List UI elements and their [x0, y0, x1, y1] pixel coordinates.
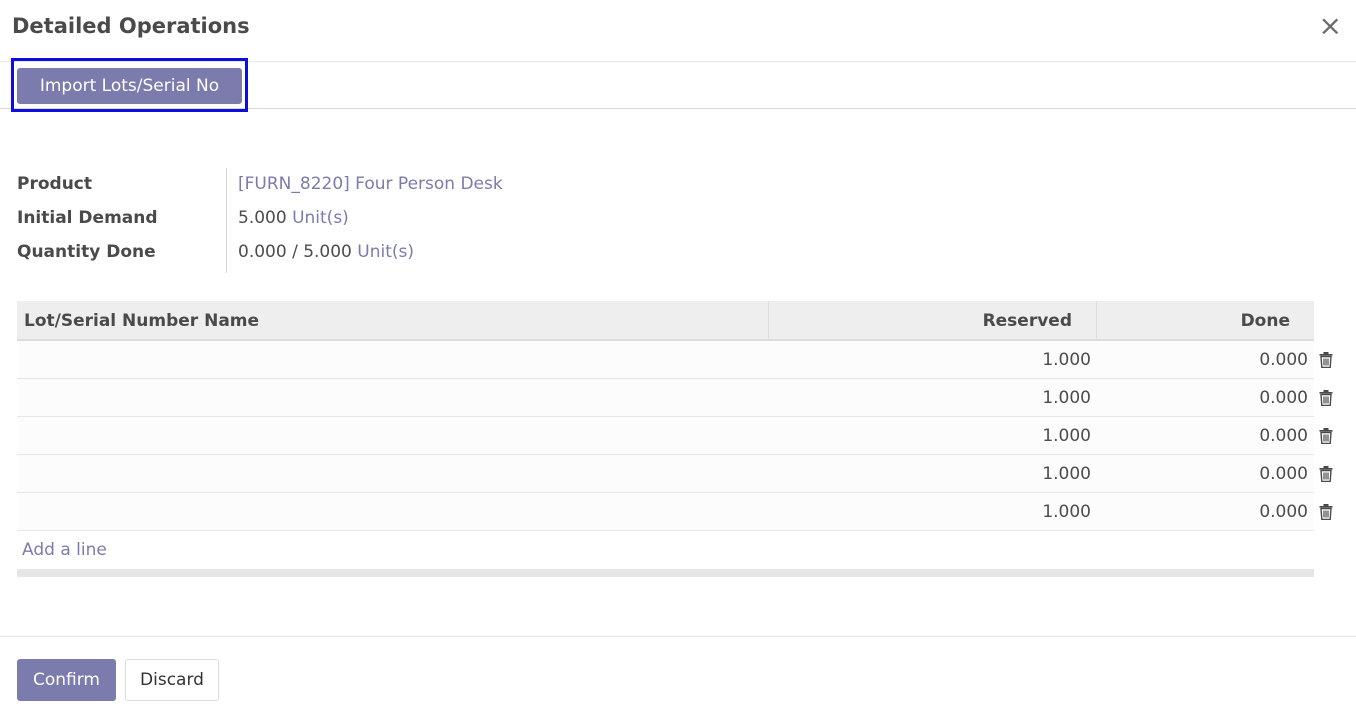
trash-icon[interactable]: [1319, 428, 1333, 444]
trash-icon[interactable]: [1319, 466, 1333, 482]
quantity-done-label: Quantity Done: [17, 242, 156, 262]
column-header-reserved[interactable]: Reserved: [768, 301, 1072, 341]
table-header: Lot/Serial Number Name Reserved Done: [17, 301, 1314, 341]
column-header-done[interactable]: Done: [1096, 301, 1290, 341]
cell-reserved: 1.000: [1042, 464, 1091, 484]
trash-icon[interactable]: [1319, 390, 1333, 406]
column-header-lot[interactable]: Lot/Serial Number Name: [24, 301, 259, 341]
cell-reserved: 1.000: [1042, 426, 1091, 446]
initial-demand-value: 5.000 Unit(s): [238, 208, 349, 228]
table-row[interactable]: 1.000 0.000: [17, 455, 1333, 493]
trash-icon[interactable]: [1319, 504, 1333, 520]
import-lots-button[interactable]: Import Lots/Serial No: [17, 68, 242, 104]
confirm-button[interactable]: Confirm: [17, 659, 116, 701]
quantity-done-value: 0.000 / 5.000 Unit(s): [238, 242, 414, 262]
cell-done[interactable]: 0.000: [1096, 417, 1308, 455]
initial-demand-qty: 5.000: [238, 208, 287, 228]
dialog-header: Detailed Operations ×: [0, 0, 1356, 62]
discard-button[interactable]: Discard: [125, 659, 219, 701]
table-body: 1.000 0.000 1.000 0.000 1.000 0.000 1.000 0.000…: [17, 341, 1333, 531]
cell-reserved: 1.000: [1042, 350, 1091, 370]
dialog-title: Detailed Operations: [12, 14, 250, 38]
cell-reserved: 1.000: [1042, 388, 1091, 408]
product-link[interactable]: [FURN_8220] Four Person Desk: [238, 174, 503, 194]
info-divider: [226, 168, 227, 273]
table-row[interactable]: 1.000 0.000: [17, 341, 1333, 379]
cell-done[interactable]: 0.000: [1096, 379, 1308, 417]
initial-demand-uom[interactable]: Unit(s): [292, 208, 349, 228]
cell-done[interactable]: 0.000: [1096, 493, 1308, 531]
quantity-done-uom[interactable]: Unit(s): [357, 242, 414, 262]
close-icon[interactable]: ×: [1319, 10, 1342, 42]
cell-done[interactable]: 0.000: [1096, 341, 1308, 379]
cell-reserved: 1.000: [1042, 502, 1091, 522]
trash-icon[interactable]: [1319, 352, 1333, 368]
quantity-done-qty: 0.000 / 5.000: [238, 242, 352, 262]
table-row[interactable]: 1.000 0.000: [17, 379, 1333, 417]
add-line-link[interactable]: Add a line: [17, 531, 1314, 569]
table-row[interactable]: 1.000 0.000: [17, 493, 1333, 531]
initial-demand-label: Initial Demand: [17, 208, 158, 228]
table-row[interactable]: 1.000 0.000: [17, 417, 1333, 455]
cell-done[interactable]: 0.000: [1096, 455, 1308, 493]
product-label: Product: [17, 174, 92, 194]
move-lines-table: Lot/Serial Number Name Reserved Done 1.0…: [17, 301, 1333, 577]
table-footer: [17, 569, 1314, 577]
